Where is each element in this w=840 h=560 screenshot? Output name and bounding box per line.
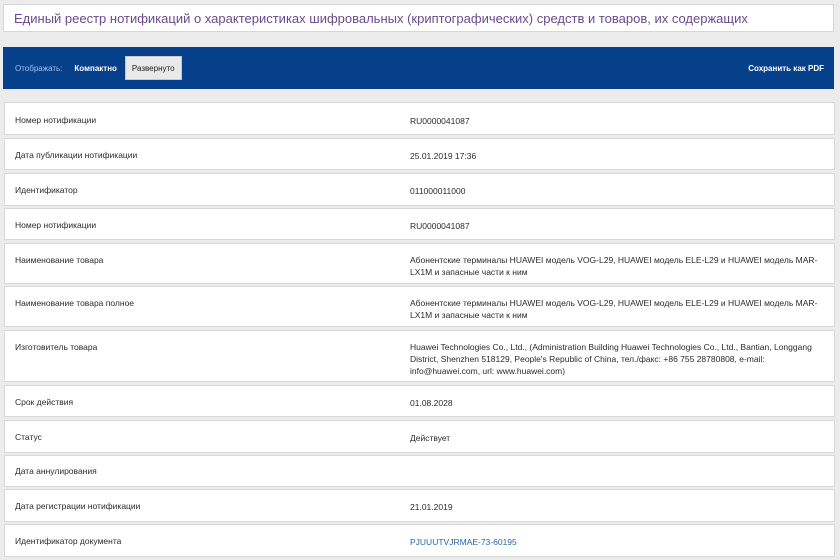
detail-row: Идентификатор 011000011000 [4,173,835,206]
detail-row: Идентификатор документа PJUUUTVJRMAE-73-… [4,524,835,557]
detail-row: Дата публикации нотификации 25.01.2019 1… [4,138,835,170]
detail-row-label: Номер нотификации [15,115,97,125]
save-as-pdf-button[interactable]: Сохранить как PDF [748,64,824,73]
detail-row-label: Номер нотификации [15,220,97,230]
detail-row-label: Срок действия [15,397,74,407]
detail-row-label: Дата регистрации нотификации [15,501,141,511]
detail-row: Срок действия 01.08.2028 [4,385,835,417]
detail-row-value: RU0000041087 [410,221,470,231]
detail-row: Наименование товара Абонентские терминал… [4,243,835,284]
page-title: Единый реестр нотификаций о характеристи… [14,10,748,26]
page-header: Единый реестр нотификаций о характеристи… [3,4,834,32]
display-mode-label: Отображать: [15,63,63,73]
detail-row-value: 01.08.2028 [410,398,453,408]
detail-row-label: Статус [15,432,42,442]
detail-row: Изготовитель товара Huawei Technologies … [4,330,835,382]
display-toolbar: Отображать: Компактно Развернуто Сохрани… [3,47,834,89]
expanded-view-button[interactable]: Развернуто [124,56,182,80]
detail-row-label: Изготовитель товара [15,342,98,352]
detail-row-label: Идентификатор документа [15,536,122,546]
detail-row-value: 011000011000 [410,186,466,196]
detail-row-value: Абонентские терминалы HUAWEI модель VOG-… [410,298,818,321]
detail-row: Наименование товара полное Абонентские т… [4,286,835,327]
detail-row-label: Наименование товара полное [15,298,135,308]
detail-row-label: Дата аннулирования [15,466,97,476]
detail-row: Дата аннулирования [4,455,835,487]
compact-view-button[interactable]: Компактно [70,60,121,77]
detail-row-value: Huawei Technologies Co., Ltd., (Administ… [410,342,812,377]
detail-row-value: 25.01.2019 17:36 [410,151,477,161]
detail-row-value: Абонентские терминалы HUAWEI модель VOG-… [410,255,818,278]
detail-row: Дата регистрации нотификации 21.01.2019 [4,489,835,522]
detail-row-label: Идентификатор [15,185,78,195]
detail-row-value: Действует [410,433,451,443]
detail-row-label: Дата публикации нотификации [15,150,138,160]
document-id-link[interactable]: PJUUUTVJRMAE-73-60195 [410,536,828,548]
detail-row-label: Наименование товара [15,255,104,265]
detail-row-value: RU0000041087 [410,116,470,126]
detail-row: Статус Действует [4,420,835,453]
detail-row: Номер нотификации RU0000041087 [4,102,835,135]
detail-row: Номер нотификации RU0000041087 [4,208,835,240]
detail-row-value: 21.01.2019 [410,502,453,512]
